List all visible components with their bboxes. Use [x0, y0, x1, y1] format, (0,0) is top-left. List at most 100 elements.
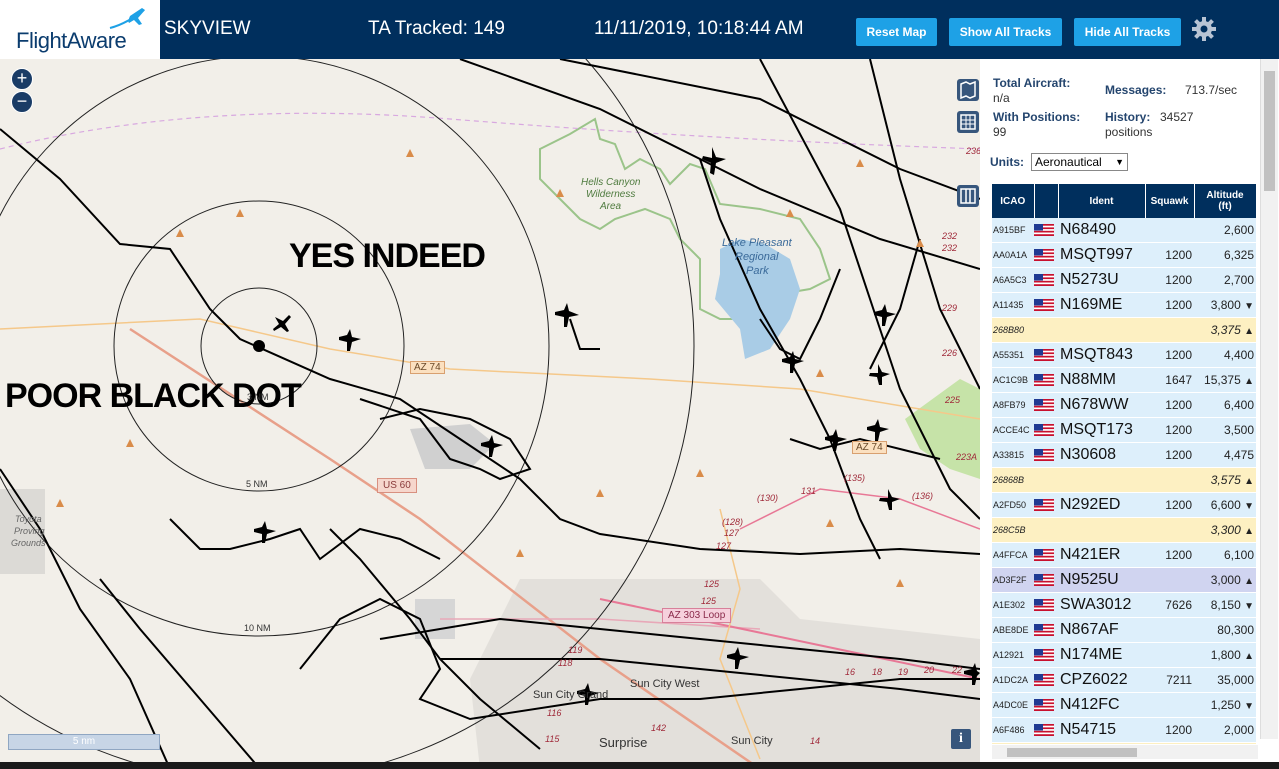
aircraft-panel: Total Aircraft: n/a Messages: 713.7/sec … [980, 59, 1279, 769]
table-row[interactable]: A4FFCA N421ER 1200 6,100 [992, 542, 1256, 568]
altitude-value: 2,700 [1223, 273, 1254, 287]
grid-toggle-button[interactable] [957, 111, 979, 133]
squawk-cell: 1200 [1145, 542, 1194, 568]
altitude-trend-icon: ▲ [1244, 651, 1254, 662]
map-label-lake: Lake Pleasant [722, 237, 792, 249]
altitude-cell: 2,700 [1194, 267, 1256, 293]
panel-vertical-scrollbar[interactable] [1260, 59, 1278, 739]
flag-cell [1034, 367, 1058, 393]
column-header-squawk[interactable]: Squawk [1145, 184, 1195, 218]
map-icon [960, 80, 976, 100]
squawk-cell: 7626 [1145, 592, 1194, 618]
table-row[interactable]: AD3F2F N9525U 3,000 ▲ [992, 567, 1256, 593]
altitude-value: 1,800 [1210, 648, 1241, 662]
icao-cell: AA0A1A [992, 242, 1034, 268]
table-row[interactable]: ACCE4C MSQT173 1200 3,500 [992, 417, 1256, 443]
route-label: 116 [547, 708, 562, 718]
scrollbar-thumb[interactable] [1007, 748, 1137, 757]
icao-cell: A4FFCA [992, 542, 1034, 568]
squawk-cell: 1200 [1145, 717, 1194, 743]
altitude-value: 3,500 [1223, 423, 1254, 437]
route-label: 142 [651, 723, 667, 733]
total-aircraft-label: Total Aircraft: [993, 76, 1071, 90]
ident-cell: N88MM [1058, 367, 1145, 393]
table-row[interactable]: 26868B 3,575 ▲ [992, 467, 1256, 493]
ident-cell: N9525U [1058, 567, 1145, 593]
flag-cell [1034, 742, 1058, 744]
altitude-cell: 3,800 ▼ [1194, 292, 1256, 318]
history-label: History: [1105, 110, 1151, 124]
table-row[interactable]: A1E302 SWA3012 7626 8,150 ▼ [992, 592, 1256, 618]
altitude-value: 6,600 [1210, 498, 1241, 512]
route-label: 18 [872, 667, 883, 677]
altitude-trend-icon: ▼ [1244, 701, 1254, 712]
table-row[interactable]: A11435 N169ME 1200 3,800 ▼ [992, 292, 1256, 318]
ident-cell: CPZ6022 [1058, 667, 1145, 693]
table-row[interactable]: 268C5B 3,300 ▲ [992, 517, 1256, 543]
table-row[interactable]: A6F486 N54715 1200 2,000 [992, 717, 1256, 743]
chevron-down-icon: ▼ [1115, 157, 1124, 167]
squawk-cell: 1200 [1145, 292, 1194, 318]
show-all-tracks-button[interactable]: Show All Tracks [949, 18, 1062, 46]
reset-map-button[interactable]: Reset Map [856, 18, 937, 46]
table-row[interactable]: A55351 MSQT843 1200 4,400 [992, 342, 1256, 368]
map-label-proving: Proving [14, 526, 45, 536]
panel-horizontal-scrollbar[interactable] [992, 745, 1258, 759]
squawk-cell [1145, 218, 1194, 243]
us-flag-icon [1034, 698, 1054, 711]
units-select[interactable]: Aeronautical ▼ [1031, 153, 1128, 171]
info-button[interactable]: i [951, 729, 971, 749]
column-header-flag[interactable] [1034, 184, 1059, 218]
map-canvas[interactable]: YES INDEED POOR BLACK DOT Hells Canyon W… [0, 59, 980, 769]
altitude-cell: 3,000 ▼ [1194, 742, 1256, 744]
table-row[interactable]: 239D9C 3,000 ▼ [992, 742, 1256, 744]
gear-icon[interactable] [1191, 16, 1217, 42]
table-row[interactable]: AC1C9B N88MM 1647 15,375 ▲ [992, 367, 1256, 393]
history-unit: positions [1105, 125, 1153, 139]
flightaware-logo[interactable]: FlightAware [0, 0, 160, 59]
squawk-cell [1145, 317, 1194, 343]
table-row[interactable]: A915BF N68490 2,600 [992, 218, 1256, 243]
table-row[interactable]: A6A5C3 N5273U 1200 2,700 [992, 267, 1256, 293]
altitude-trend-icon: ▲ [1244, 326, 1254, 337]
map-label-surprise: Surprise [599, 735, 648, 750]
route-label: (135) [844, 473, 866, 483]
squawk-cell: 1200 [1145, 342, 1194, 368]
column-header-ident[interactable]: Ident [1058, 184, 1146, 218]
total-aircraft-value: n/a [993, 91, 1010, 105]
scrollbar-thumb[interactable] [1264, 71, 1275, 191]
altitude-header-text: Altitude [1206, 190, 1244, 201]
zoom-out-button[interactable]: − [11, 91, 33, 113]
ring-label-5nm: 5 NM [246, 479, 268, 489]
columns-toggle-button[interactable] [957, 185, 979, 207]
route-label: (136) [912, 491, 934, 501]
table-row[interactable]: ABE8DE N867AF 80,300 [992, 617, 1256, 643]
altitude-value: 8,150 [1210, 598, 1241, 612]
route-label: 14 [810, 736, 821, 746]
table-row[interactable]: A33815 N30608 1200 4,475 [992, 442, 1256, 468]
current-datetime: 11/11/2019, 10:18:44 AM [594, 18, 804, 39]
hide-all-tracks-button[interactable]: Hide All Tracks [1074, 18, 1181, 46]
squawk-cell: 1647 [1145, 367, 1194, 393]
table-row[interactable]: A12921 N174ME 1,800 ▲ [992, 642, 1256, 668]
altitude-value: 2,600 [1223, 223, 1254, 237]
column-header-altitude[interactable]: Altitude (ft) [1194, 184, 1256, 218]
table-row[interactable]: A8FB79 N678WW 1200 6,400 [992, 392, 1256, 418]
ident-cell: MSQT997 [1058, 242, 1145, 268]
map-label-hells: Hells Canyon [581, 177, 641, 188]
altitude-cell: 35,000 [1194, 667, 1256, 693]
map-layers-button[interactable] [957, 79, 979, 101]
icao-cell: ACCE4C [992, 417, 1034, 443]
column-header-icao[interactable]: ICAO [992, 184, 1035, 218]
us-flag-icon [1034, 623, 1054, 636]
table-row[interactable]: A2FD50 N292ED 1200 6,600 ▼ [992, 492, 1256, 518]
table-row[interactable]: A1DC2A CPZ6022 7211 35,000 [992, 667, 1256, 693]
flag-cell [1034, 417, 1058, 443]
table-row[interactable]: A4DC0E N412FC 1,250 ▼ [992, 692, 1256, 718]
table-row[interactable]: AA0A1A MSQT997 1200 6,325 [992, 242, 1256, 268]
altitude-cell: 4,400 [1194, 342, 1256, 368]
flag-cell [1034, 242, 1058, 268]
zoom-in-button[interactable]: + [11, 68, 33, 90]
table-row[interactable]: 268B80 3,375 ▲ [992, 317, 1256, 343]
altitude-value: 1,250 [1210, 698, 1241, 712]
